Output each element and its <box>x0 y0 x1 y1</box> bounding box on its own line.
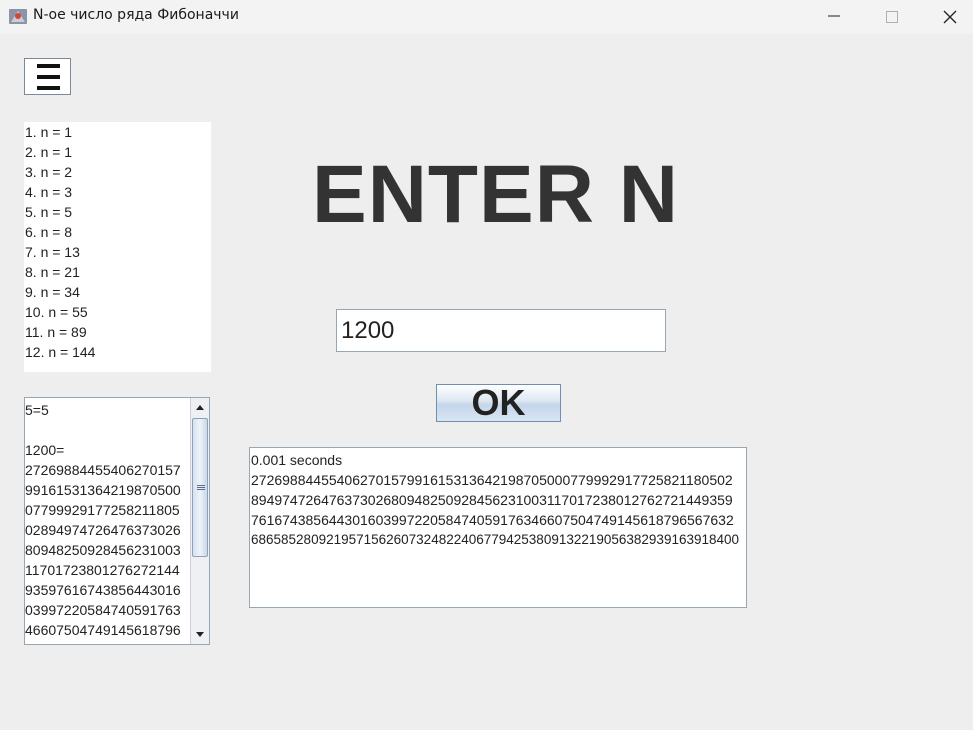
menu-button[interactable] <box>24 58 71 95</box>
close-icon <box>943 10 957 24</box>
list-item: 6. n = 8 <box>25 224 73 240</box>
list-item: 4. n = 3 <box>25 184 73 200</box>
vertical-scrollbar[interactable] <box>190 398 209 644</box>
n-input-field[interactable] <box>336 309 666 352</box>
minimize-button[interactable] <box>805 0 863 34</box>
maximize-icon <box>886 11 898 23</box>
list-item: 1. n = 1 <box>25 124 73 140</box>
output-line: 6865852809219571562607324822406779425380… <box>251 532 740 547</box>
output-line: 8949747264763730268094825092845623100311… <box>251 492 733 508</box>
list-item: 5. n = 5 <box>25 204 73 220</box>
scroll-up-arrow-icon[interactable] <box>191 399 209 417</box>
scroll-down-arrow-icon[interactable] <box>191 625 209 643</box>
ok-button[interactable]: OK <box>436 384 561 422</box>
close-button[interactable] <box>921 0 973 34</box>
maximize-button[interactable] <box>863 0 921 34</box>
list-item: 8. n = 21 <box>25 264 80 280</box>
output-line: 2726988445540627015799161531364219870500… <box>251 472 733 488</box>
title-bar: N-ое число ряда Фибоначчи <box>0 0 973 34</box>
list-item: 9. n = 34 <box>25 284 80 300</box>
history-list: 1. n = 1 2. n = 1 3. n = 2 4. n = 3 5. n… <box>24 122 211 372</box>
page-heading: ENTER N <box>312 149 679 240</box>
list-item: 7. n = 13 <box>25 244 80 260</box>
results-log-text: 5=5 1200= 27269884455406270157 991615313… <box>25 402 181 638</box>
output-line: 7616743856443016039972205847405917634660… <box>251 512 734 528</box>
output-line: 0.001 seconds <box>251 452 343 468</box>
list-item: 12. n = 144 <box>25 344 96 360</box>
list-item: 3. n = 2 <box>25 164 73 180</box>
list-item: 11. n = 89 <box>25 324 87 340</box>
output-panel[interactable]: 0.001 seconds 27269884455406270157991615… <box>249 447 747 608</box>
java-app-icon <box>9 9 27 24</box>
results-log-panel[interactable]: 5=5 1200= 27269884455406270157 991615313… <box>24 397 210 645</box>
minimize-icon <box>828 15 840 17</box>
list-item: 2. n = 1 <box>25 144 73 160</box>
window-title: N-ое число ряда Фибоначчи <box>33 7 239 23</box>
scroll-thumb[interactable] <box>192 418 208 557</box>
list-item: 10. n = 55 <box>25 304 88 320</box>
